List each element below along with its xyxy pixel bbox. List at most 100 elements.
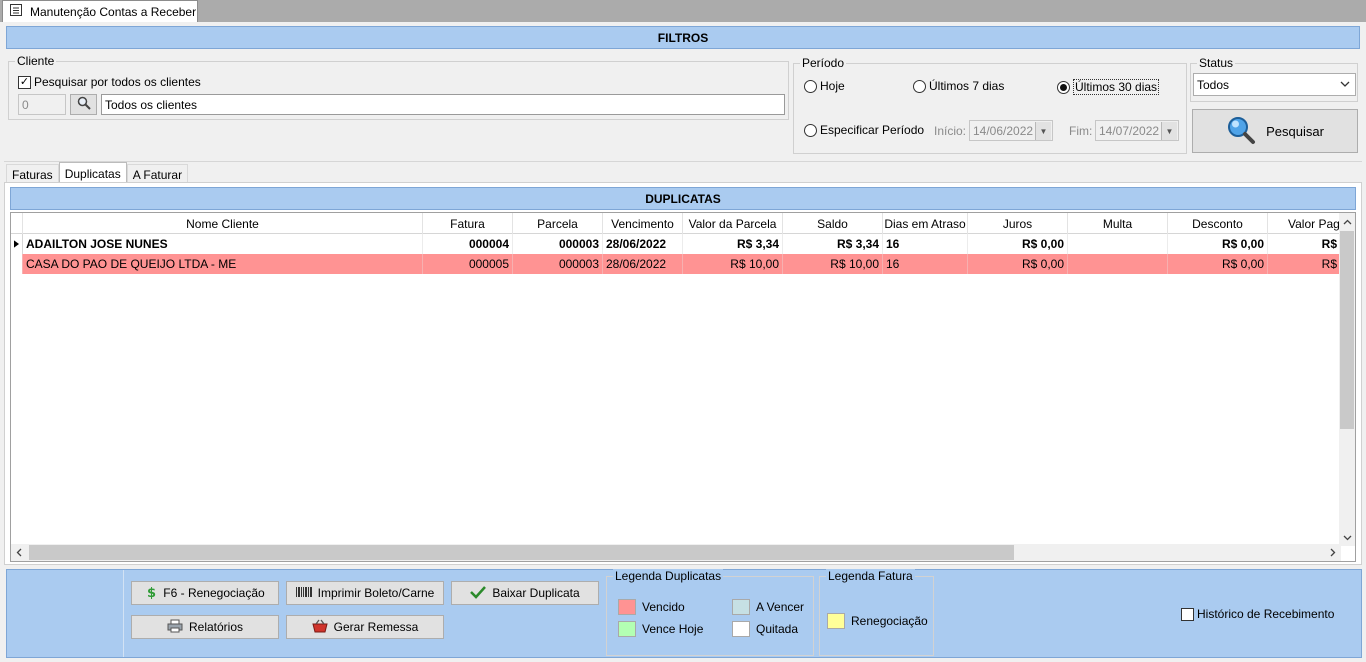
table-row[interactable]: CASA DO PAO DE QUEIJO LTDA - ME 000005 0… — [11, 254, 1341, 274]
imprimir-boleto-label: Imprimir Boleto/Carne — [317, 586, 435, 600]
chevron-down-icon[interactable]: ▼ — [1161, 122, 1177, 140]
client-name-input[interactable]: Todos os clientes — [101, 94, 785, 115]
document-tab[interactable]: Manutenção Contas a Receber — [2, 0, 198, 22]
horizontal-scroll-thumb[interactable] — [29, 545, 1014, 560]
col-desconto[interactable]: Desconto — [1168, 213, 1268, 234]
chevron-right-icon[interactable] — [1325, 544, 1341, 561]
col-nome-cliente[interactable]: Nome Cliente — [23, 213, 423, 234]
status-legend: Status — [1199, 56, 1234, 70]
chevron-left-icon[interactable] — [11, 544, 27, 561]
gerar-remessa-label: Gerar Remessa — [333, 620, 419, 634]
tab-a-faturar[interactable]: A Faturar — [126, 164, 189, 184]
radio-custom[interactable] — [804, 123, 817, 137]
cell-juros: R$ 0,00 — [968, 254, 1068, 274]
all-clients-label: Pesquisar por todos os clientes — [34, 75, 201, 89]
col-dias-atraso[interactable]: Dias em Atraso — [883, 213, 968, 234]
legend-fatura-title: Legenda Fatura — [826, 569, 915, 583]
legend-duplicatas-title: Legenda Duplicatas — [613, 569, 724, 583]
vertical-scrollbar[interactable] — [1339, 213, 1355, 546]
cell-vencimento: 28/06/2022 — [603, 254, 683, 274]
legend-item-vencido: Vencido — [618, 599, 685, 615]
cell-fatura: 000005 — [423, 254, 513, 274]
col-fatura[interactable]: Fatura — [423, 213, 513, 234]
legend-item-quitada: Quitada — [732, 621, 798, 637]
radio-today[interactable] — [804, 79, 817, 93]
col-valor-parcela[interactable]: Valor da Parcela — [683, 213, 783, 234]
duplicatas-grid[interactable]: Nome Cliente Fatura Parcela Vencimento V… — [10, 212, 1356, 562]
col-valor-pago[interactable]: Valor Pag — [1268, 213, 1341, 234]
baixar-duplicata-button[interactable]: Baixar Duplicata — [451, 581, 599, 605]
cell-dias-atraso: 16 — [883, 254, 968, 274]
table-row[interactable]: ADAILTON JOSE NUNES 000004 000003 28/06/… — [11, 234, 1341, 254]
printer-icon — [167, 619, 183, 636]
tab-bar: Faturas Duplicatas A Faturar — [6, 162, 189, 184]
cell-saldo: R$ 3,34 — [783, 234, 883, 254]
client-search-button[interactable] — [70, 94, 97, 115]
tab-duplicatas[interactable]: Duplicatas — [58, 162, 127, 184]
imprimir-boleto-button[interactable]: Imprimir Boleto/Carne — [286, 581, 444, 605]
col-vencimento[interactable]: Vencimento — [603, 213, 683, 234]
renegociacao-button[interactable]: $ F6 - Renegociação — [131, 581, 279, 605]
col-juros[interactable]: Juros — [968, 213, 1068, 234]
status-select[interactable]: Todos — [1193, 73, 1356, 96]
search-button[interactable]: Pesquisar — [1192, 109, 1358, 153]
start-date-value: 14/06/2022 — [973, 123, 1034, 138]
end-date-picker[interactable]: 14/07/2022 ▼ — [1095, 120, 1179, 141]
gerar-remessa-button[interactable]: Gerar Remessa — [286, 615, 444, 639]
tab-faturas[interactable]: Faturas — [6, 164, 59, 184]
grid-header: Nome Cliente Fatura Parcela Vencimento V… — [11, 213, 1341, 234]
relatorios-button[interactable]: Relatórios — [131, 615, 279, 639]
cell-valor-pago: R$ — [1268, 254, 1341, 274]
historico-checkbox[interactable] — [1181, 607, 1194, 621]
basket-icon — [312, 619, 328, 636]
cell-vencimento: 28/06/2022 — [603, 234, 683, 254]
period-option-today[interactable]: Hoje — [804, 79, 845, 93]
cell-valor-parcela: R$ 10,00 — [683, 254, 783, 274]
historico-label: Histórico de Recebimento — [1197, 607, 1335, 621]
start-date-label: Início: — [934, 124, 967, 138]
chevron-down-icon[interactable]: ▼ — [1035, 122, 1051, 140]
client-code-input[interactable]: 0 — [18, 94, 66, 115]
start-date-picker[interactable]: 14/06/2022 ▼ — [969, 120, 1053, 141]
legend-swatch-quitada — [732, 621, 750, 637]
period-option-7-days[interactable]: Últimos 7 dias — [913, 79, 1004, 93]
bottom-panel: $ F6 - Renegociação Imprimir Boleto/Carn… — [6, 569, 1362, 658]
radio-7-days[interactable] — [913, 79, 926, 93]
filters-band: FILTROS — [6, 26, 1360, 49]
chevron-down-icon — [1340, 77, 1350, 94]
row-header-corner — [11, 213, 23, 234]
col-saldo[interactable]: Saldo — [783, 213, 883, 234]
cell-cliente: ADAILTON JOSE NUNES — [23, 234, 423, 254]
form-icon — [9, 3, 23, 20]
magnifier-icon — [77, 96, 91, 113]
cell-saldo: R$ 10,00 — [783, 254, 883, 274]
col-multa[interactable]: Multa — [1068, 213, 1168, 234]
legend-label-vence-hoje: Vence Hoje — [642, 622, 704, 636]
chevron-down-icon[interactable] — [1339, 529, 1355, 546]
historico-checkbox-row[interactable]: Histórico de Recebimento — [1181, 607, 1334, 621]
legend-fatura-group: Legenda Fatura Renegociação — [819, 569, 934, 656]
legend-item-renegociacao: Renegociação — [827, 613, 928, 629]
radio-30-days[interactable] — [1057, 80, 1070, 94]
cell-parcela: 000003 — [513, 234, 603, 254]
chevron-up-icon[interactable] — [1339, 213, 1355, 230]
cell-juros: R$ 0,00 — [968, 234, 1068, 254]
document-tab-title: Manutenção Contas a Receber — [30, 4, 197, 19]
col-parcela[interactable]: Parcela — [513, 213, 603, 234]
legend-item-a-vencer: A Vencer — [732, 599, 804, 615]
all-clients-checkbox[interactable]: ✓ — [18, 75, 31, 89]
all-clients-checkbox-row[interactable]: ✓ Pesquisar por todos os clientes — [18, 75, 201, 89]
legend-label-vencido: Vencido — [642, 600, 685, 614]
legend-swatch-vencido — [618, 599, 636, 615]
period-option-custom[interactable]: Especificar Período — [804, 123, 924, 137]
checkmark-icon — [470, 585, 487, 602]
horizontal-scrollbar[interactable] — [11, 544, 1341, 561]
end-date-value: 14/07/2022 — [1099, 123, 1160, 138]
period-option-30-days[interactable]: Últimos 30 dias — [1057, 79, 1160, 95]
vertical-scroll-thumb[interactable] — [1340, 231, 1354, 429]
search-button-label: Pesquisar — [1266, 123, 1324, 139]
legend-swatch-a-vencer — [732, 599, 750, 615]
magnifier-icon — [1226, 115, 1256, 148]
renegociacao-label: F6 - Renegociação — [163, 586, 265, 600]
cell-cliente: CASA DO PAO DE QUEIJO LTDA - ME — [23, 254, 423, 274]
